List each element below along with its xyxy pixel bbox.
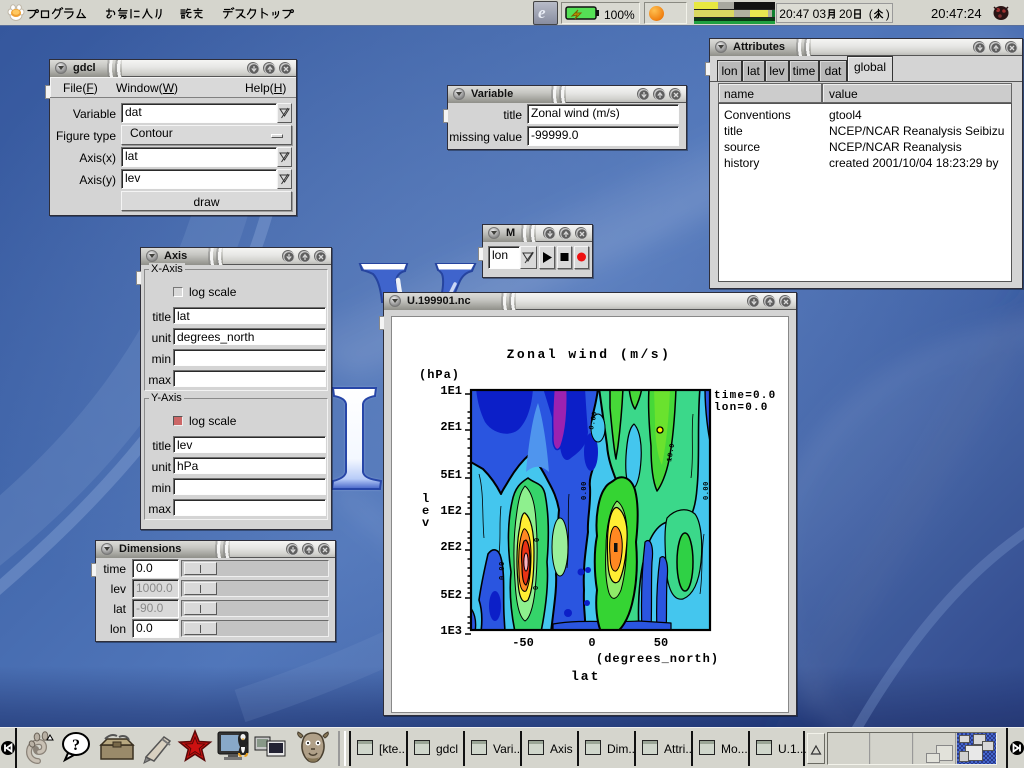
svg-text:-50: -50 [512, 636, 534, 650]
svg-text:0: 0 [588, 636, 595, 650]
svg-text:0: 0 [534, 537, 542, 542]
svg-text:0.00: 0.00 [499, 561, 507, 580]
svg-text:(hPa): (hPa) [419, 368, 460, 382]
svg-text:50: 50 [654, 636, 668, 650]
svg-text:lat: lat [571, 669, 600, 684]
svg-text:5E2: 5E2 [440, 588, 462, 602]
svg-text:2E1: 2E1 [440, 420, 462, 434]
svg-text:(degrees_north): (degrees_north) [596, 652, 719, 666]
svg-text:Zonal wind (m/s): Zonal wind (m/s) [507, 347, 672, 362]
svg-text:?: ? [72, 737, 80, 754]
svg-text:1E2: 1E2 [440, 504, 462, 518]
svg-text:0: 0 [533, 585, 541, 590]
svg-text:1E3: 1E3 [440, 624, 462, 638]
svg-text:2E2: 2E2 [440, 540, 462, 554]
svg-text:lon=0.0: lon=0.0 [714, 402, 769, 414]
svg-text:5E1: 5E1 [440, 468, 462, 482]
svg-text:time=0.0: time=0.0 [714, 390, 776, 402]
svg-text:1E1: 1E1 [440, 384, 462, 398]
svg-text:v: v [422, 516, 429, 530]
svg-text:0.00: 0.00 [581, 481, 589, 500]
